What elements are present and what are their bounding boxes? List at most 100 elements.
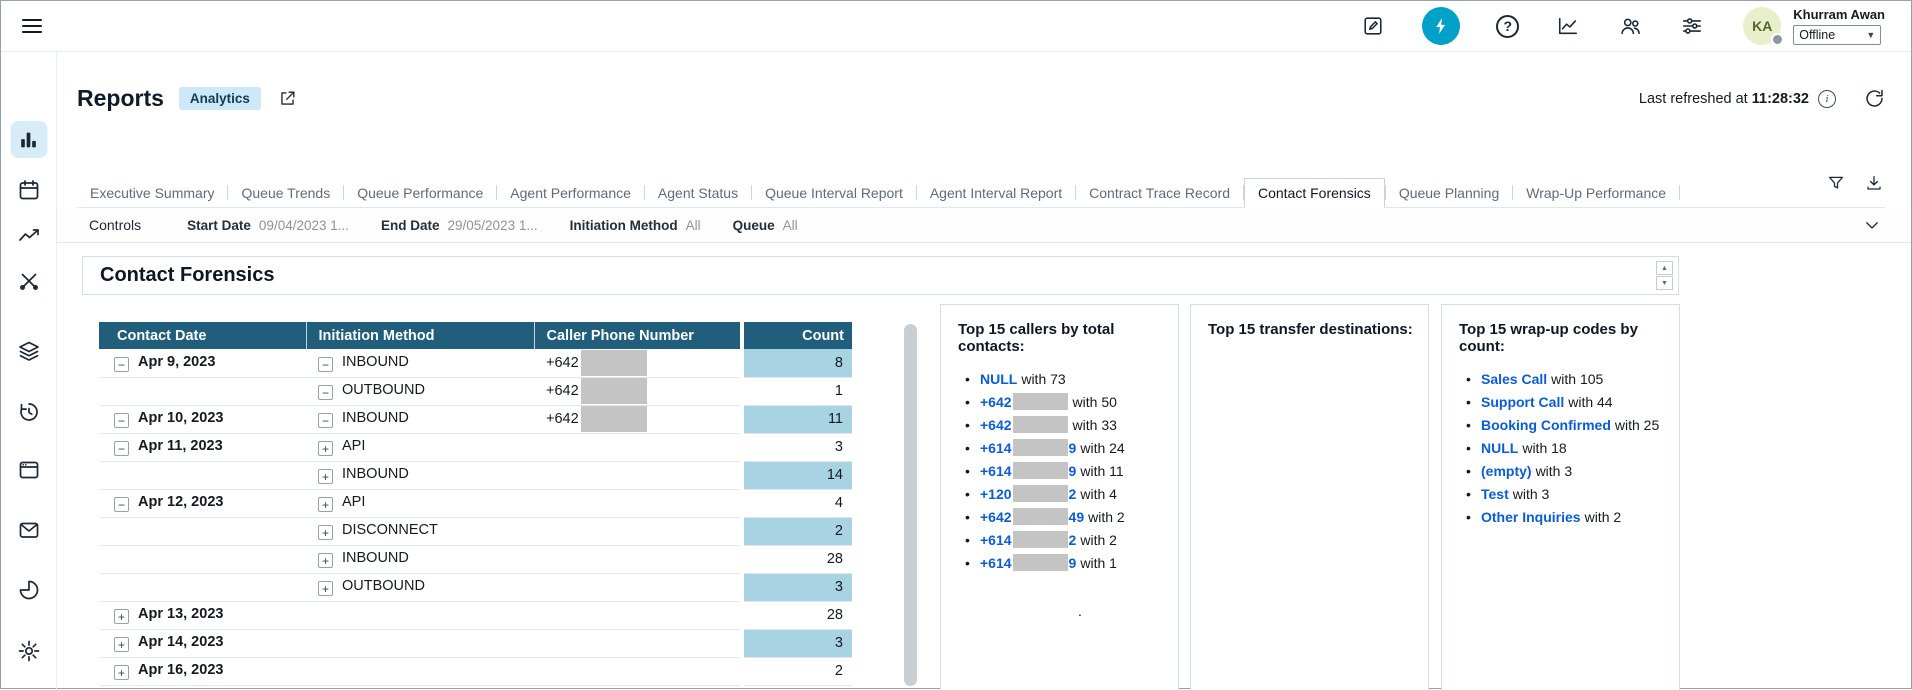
table-row: −Apr 11, 2023 +API 3 (99, 433, 852, 461)
expand-toggle[interactable]: + (114, 665, 129, 680)
caller-link-suffix[interactable]: 49 (1069, 509, 1085, 525)
filter-icon[interactable] (1825, 172, 1847, 194)
cell-phone (534, 657, 740, 685)
metrics-icon[interactable] (1555, 13, 1581, 39)
external-link-icon[interactable] (278, 89, 297, 108)
expand-toggle[interactable]: + (318, 497, 333, 512)
sidebar-item-tools[interactable] (17, 269, 41, 293)
tab-agent-status[interactable]: Agent Status (645, 179, 751, 207)
caller-link[interactable]: +642 (980, 509, 1012, 525)
wrapup-link[interactable]: Test (1481, 486, 1509, 502)
filter-start-date[interactable]: Start Date 09/04/2023 1... (187, 218, 349, 233)
cell-phone (534, 629, 740, 657)
spinner-down-icon[interactable]: ▼ (1656, 276, 1673, 290)
wrapup-link[interactable]: (empty) (1481, 463, 1532, 479)
expand-toggle[interactable]: + (318, 525, 333, 540)
download-icon[interactable] (1863, 172, 1885, 194)
filter-initiation-method[interactable]: Initiation Method All (570, 218, 701, 233)
collapse-toggle[interactable]: − (318, 413, 333, 428)
sidebar-item-pie[interactable] (17, 578, 41, 602)
refresh-icon[interactable] (1864, 88, 1885, 109)
wrapup-link[interactable]: Support Call (1481, 394, 1564, 410)
expand-toggle[interactable]: + (114, 609, 129, 624)
column-header-caller-phone[interactable]: Caller Phone Number (534, 322, 740, 349)
sliders-icon[interactable] (1679, 13, 1705, 39)
tab-contract-trace-record[interactable]: Contract Trace Record (1076, 179, 1243, 207)
caller-link[interactable]: +642 (980, 417, 1012, 433)
collapse-toggle[interactable]: − (114, 497, 129, 512)
top-bar: ? KA Khurram Awan Offline ▼ (1, 1, 1911, 52)
caller-link-suffix[interactable]: 9 (1069, 463, 1077, 479)
date-value: Apr 11, 2023 (138, 438, 223, 454)
sidebar-item-reports[interactable] (10, 121, 47, 158)
item-count-text: with 73 (1021, 371, 1065, 387)
tab-queue-interval-report[interactable]: Queue Interval Report (752, 179, 916, 207)
expand-toggle[interactable]: + (114, 637, 129, 652)
sidebar-item-mail[interactable] (17, 518, 41, 542)
tab-wrap-up-performance[interactable]: Wrap-Up Performance (1513, 179, 1679, 207)
hamburger-menu-icon[interactable] (19, 13, 45, 39)
expand-toggle[interactable]: + (318, 581, 333, 596)
caller-link[interactable]: +614 (980, 463, 1012, 479)
filter-label: Start Date (187, 218, 251, 233)
tab-executive-summary[interactable]: Executive Summary (77, 179, 227, 207)
tab-queue-performance[interactable]: Queue Performance (344, 179, 496, 207)
last-refreshed-text: Last refreshed at 11:28:32 (1639, 91, 1809, 107)
caller-link[interactable]: +642 (980, 394, 1012, 410)
help-icon[interactable]: ? (1496, 15, 1519, 38)
caller-link[interactable]: +614 (980, 440, 1012, 456)
cell-count: 4 (744, 489, 852, 517)
wrapup-link[interactable]: Booking Confirmed (1481, 417, 1611, 433)
wrapup-link[interactable]: Other Inquiries (1481, 509, 1581, 525)
filter-end-date[interactable]: End Date 29/05/2023 1... (381, 218, 538, 233)
collapse-toggle[interactable]: − (318, 385, 333, 400)
caller-link[interactable]: NULL (980, 371, 1017, 387)
tab-agent-interval-report[interactable]: Agent Interval Report (917, 179, 1075, 207)
caller-link[interactable]: +614 (980, 532, 1012, 548)
sidebar-item-calendar[interactable] (17, 178, 41, 202)
info-icon[interactable]: i (1818, 90, 1836, 108)
caller-link-suffix[interactable]: 9 (1069, 440, 1077, 456)
collapse-toggle[interactable]: − (114, 441, 129, 456)
expand-toggle[interactable]: + (318, 441, 333, 456)
list-item: Testwith 3 (1459, 483, 1667, 506)
avatar[interactable]: KA (1743, 7, 1781, 45)
sidebar-item-window[interactable] (17, 458, 41, 482)
tab-queue-trends[interactable]: Queue Trends (228, 179, 343, 207)
caller-link-suffix[interactable]: 9 (1069, 555, 1077, 571)
caller-link-suffix[interactable]: 2 (1069, 486, 1077, 502)
people-icon[interactable] (1617, 13, 1643, 39)
tab-contact-forensics[interactable]: Contact Forensics (1244, 178, 1385, 208)
caller-link[interactable]: +120 (980, 486, 1012, 502)
collapse-toggle[interactable]: − (114, 413, 129, 428)
table-scrollbar[interactable] (904, 324, 917, 686)
collapse-toggle[interactable]: − (114, 357, 129, 372)
filter-label: Queue (733, 218, 775, 233)
tab-agent-performance[interactable]: Agent Performance (497, 179, 644, 207)
wrapup-link[interactable]: NULL (1481, 440, 1518, 456)
controls-collapse-chevron-icon[interactable] (1863, 216, 1881, 234)
filter-queue[interactable]: Queue All (733, 218, 798, 233)
sidebar-item-trends[interactable] (17, 223, 41, 247)
tab-queue-planning[interactable]: Queue Planning (1386, 179, 1512, 207)
column-header-count[interactable]: Count (744, 322, 852, 349)
column-header-initiation-method[interactable]: Initiation Method (306, 322, 534, 349)
wrapup-link[interactable]: Sales Call (1481, 371, 1547, 387)
column-header-contact-date[interactable]: Contact Date (99, 322, 306, 349)
status-select[interactable]: Offline ▼ (1793, 25, 1881, 45)
lightning-icon[interactable] (1422, 7, 1460, 45)
item-count-text: with 105 (1551, 371, 1603, 387)
sidebar-item-history[interactable] (17, 400, 41, 424)
expand-toggle[interactable]: + (318, 553, 333, 568)
caller-link[interactable]: +614 (980, 555, 1012, 571)
caller-link-suffix[interactable]: 2 (1069, 532, 1077, 548)
spinner-up-icon[interactable]: ▲ (1656, 261, 1673, 275)
cell-phone (534, 433, 740, 461)
sidebar-item-settings[interactable] (17, 639, 41, 663)
cell-phone (534, 489, 740, 517)
cell-date: +Apr 16, 2023 (99, 657, 306, 685)
sidebar-item-layers[interactable] (17, 339, 41, 363)
collapse-toggle[interactable]: − (318, 357, 333, 372)
notes-icon[interactable] (1360, 13, 1386, 39)
expand-toggle[interactable]: + (318, 469, 333, 484)
